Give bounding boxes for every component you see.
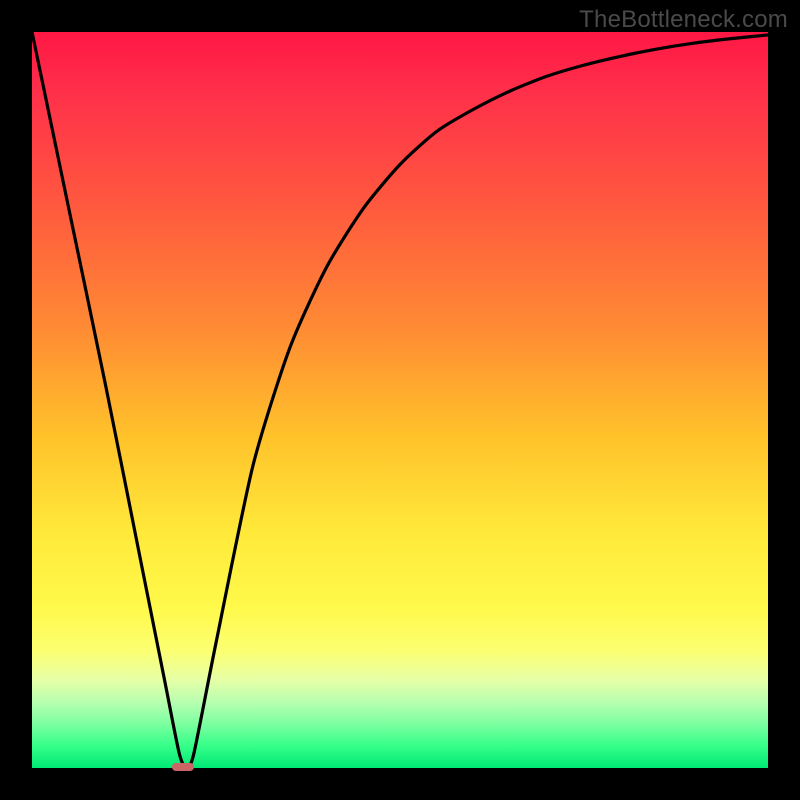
- minimum-marker: [172, 763, 194, 772]
- plot-area: [32, 32, 768, 768]
- watermark-text: TheBottleneck.com: [579, 6, 788, 34]
- chart-frame: TheBottleneck.com: [0, 0, 800, 800]
- bottleneck-curve: [32, 32, 768, 768]
